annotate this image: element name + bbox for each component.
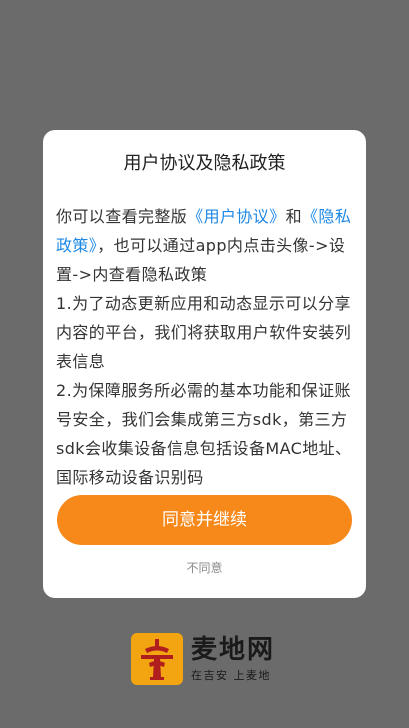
screen: 用户协议及隐私政策 你可以查看完整版《用户协议》和《隐私政策》，也可以通过app… bbox=[0, 0, 409, 728]
agree-button[interactable]: 同意并继续 bbox=[57, 495, 352, 545]
maidi-logo-icon bbox=[131, 633, 183, 685]
body-paragraph-intro: 你可以查看完整版《用户协议》和《隐私政策》，也可以通过app内点击头像->设置-… bbox=[56, 202, 353, 289]
brand-slogan: 在吉安 上麦地 bbox=[191, 669, 271, 682]
brand-name: 麦地网 bbox=[191, 635, 276, 665]
brand: 麦地网 在吉安 上麦地 bbox=[131, 633, 275, 685]
body-paragraph-1: 1.为了动态更新应用和动态显示可以分享内容的平台，我们将获取用户软件安装列表信息 bbox=[56, 294, 352, 371]
privacy-dialog: 用户协议及隐私政策 你可以查看完整版《用户协议》和《隐私政策》，也可以通过app… bbox=[43, 130, 366, 598]
maidi-logo-mark bbox=[141, 639, 173, 680]
dialog-body: 你可以查看完整版《用户协议》和《隐私政策》，也可以通过app内点击头像->设置-… bbox=[56, 202, 353, 614]
body-paragraph-2: 2.为保障服务所必需的基本功能和保证账号安全，我们会集成第三方sdk，第三方sd… bbox=[56, 381, 352, 487]
brand-text: 麦地网 在吉安 上麦地 bbox=[191, 635, 275, 683]
dialog-title: 用户协议及隐私政策 bbox=[123, 153, 286, 174]
user-agreement-link[interactable]: 《用户协议》 bbox=[187, 207, 285, 226]
intro-suffix: ，也可以通过app内点击头像->设置->内查看隐私政策 bbox=[56, 236, 346, 284]
intro-and: 和 bbox=[285, 207, 303, 226]
intro-prefix: 你可以查看完整版 bbox=[56, 207, 188, 226]
disagree-link[interactable]: 不同意 bbox=[43, 559, 366, 577]
